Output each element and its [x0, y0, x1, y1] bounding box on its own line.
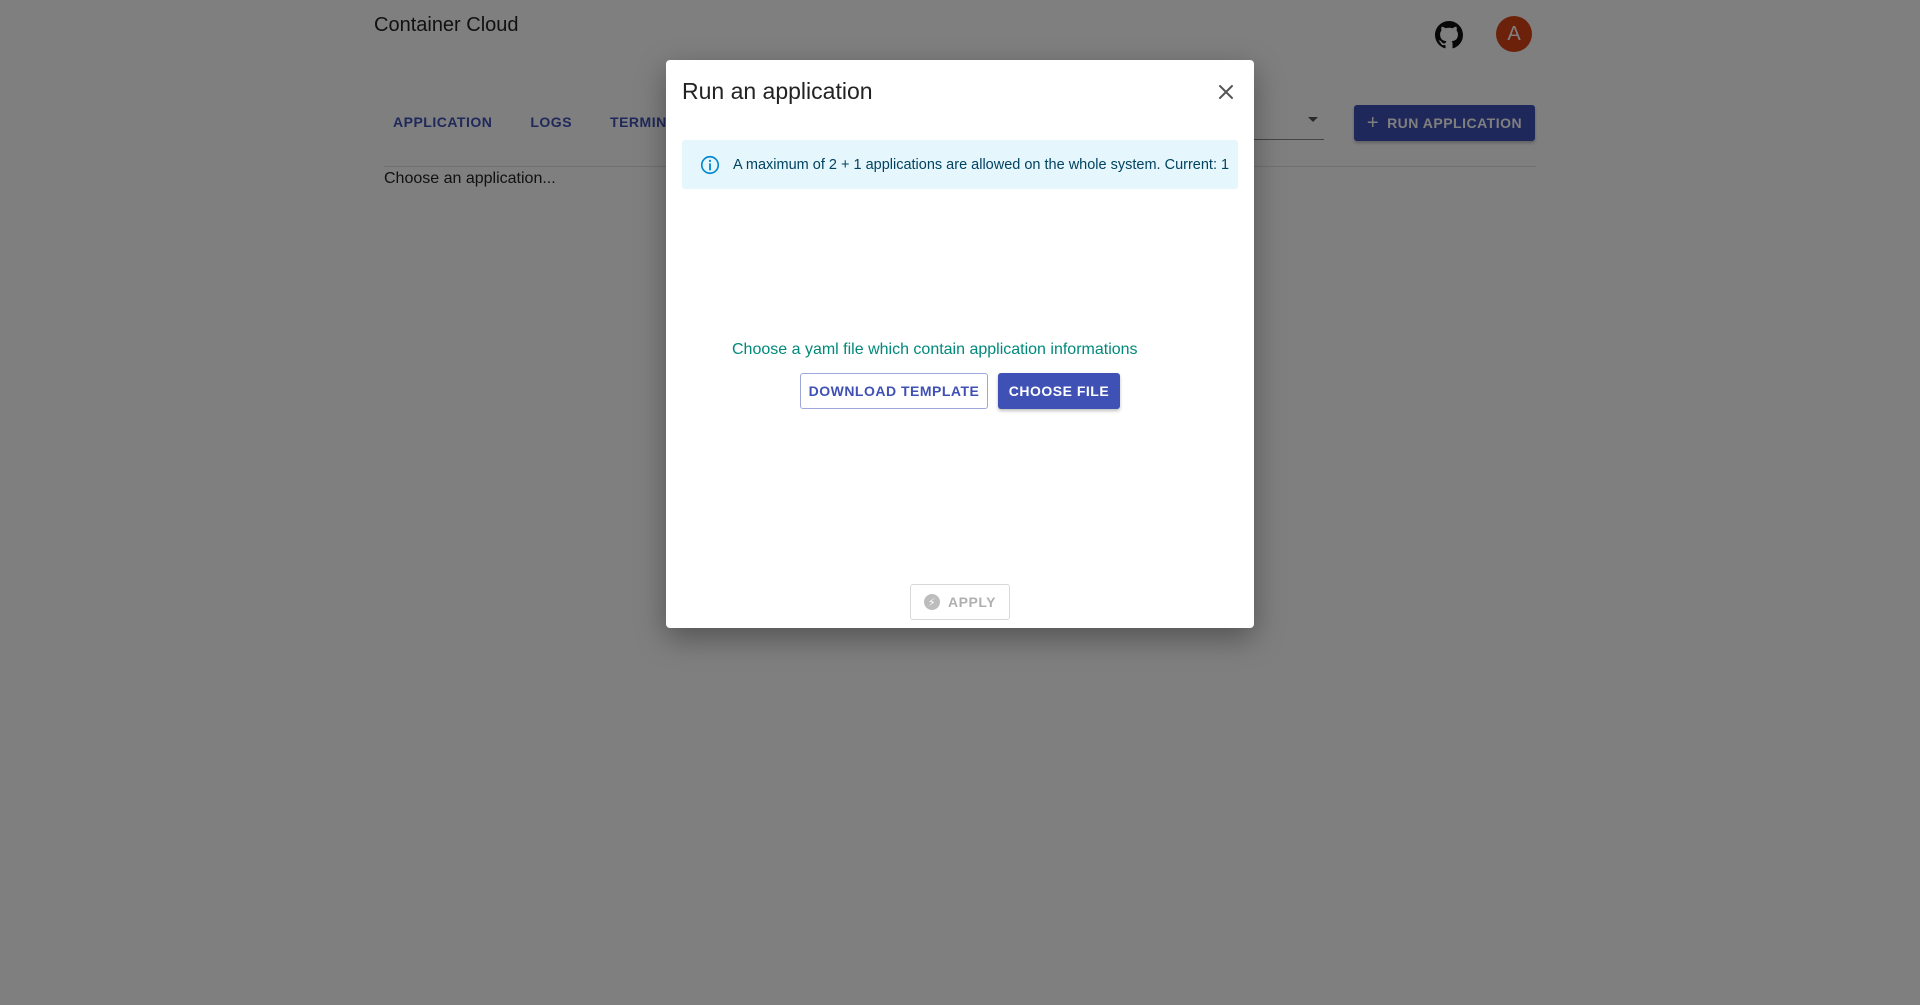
- download-template-button[interactable]: DOWNLOAD TEMPLATE: [800, 373, 988, 409]
- choose-file-button[interactable]: CHOOSE FILE: [998, 373, 1120, 409]
- info-alert-text: A maximum of 2 + 1 applications are allo…: [733, 156, 1230, 173]
- page: Container Cloud A APPLICATION LOGS TERMI…: [0, 0, 1920, 1005]
- apply-label: APPLY: [948, 594, 996, 610]
- bolt-icon: ⚡︎: [924, 594, 941, 610]
- dialog-title: Run an application: [682, 78, 873, 104]
- close-icon[interactable]: [1214, 80, 1238, 104]
- info-alert: A maximum of 2 + 1 applications are allo…: [682, 140, 1238, 189]
- apply-button[interactable]: ⚡︎ APPLY: [910, 584, 1010, 620]
- info-icon: [700, 155, 720, 174]
- run-application-dialog: Run an application A maximum of 2 + 1 ap…: [666, 60, 1254, 628]
- upload-prompt: Choose a yaml file which contain applica…: [732, 341, 1138, 358]
